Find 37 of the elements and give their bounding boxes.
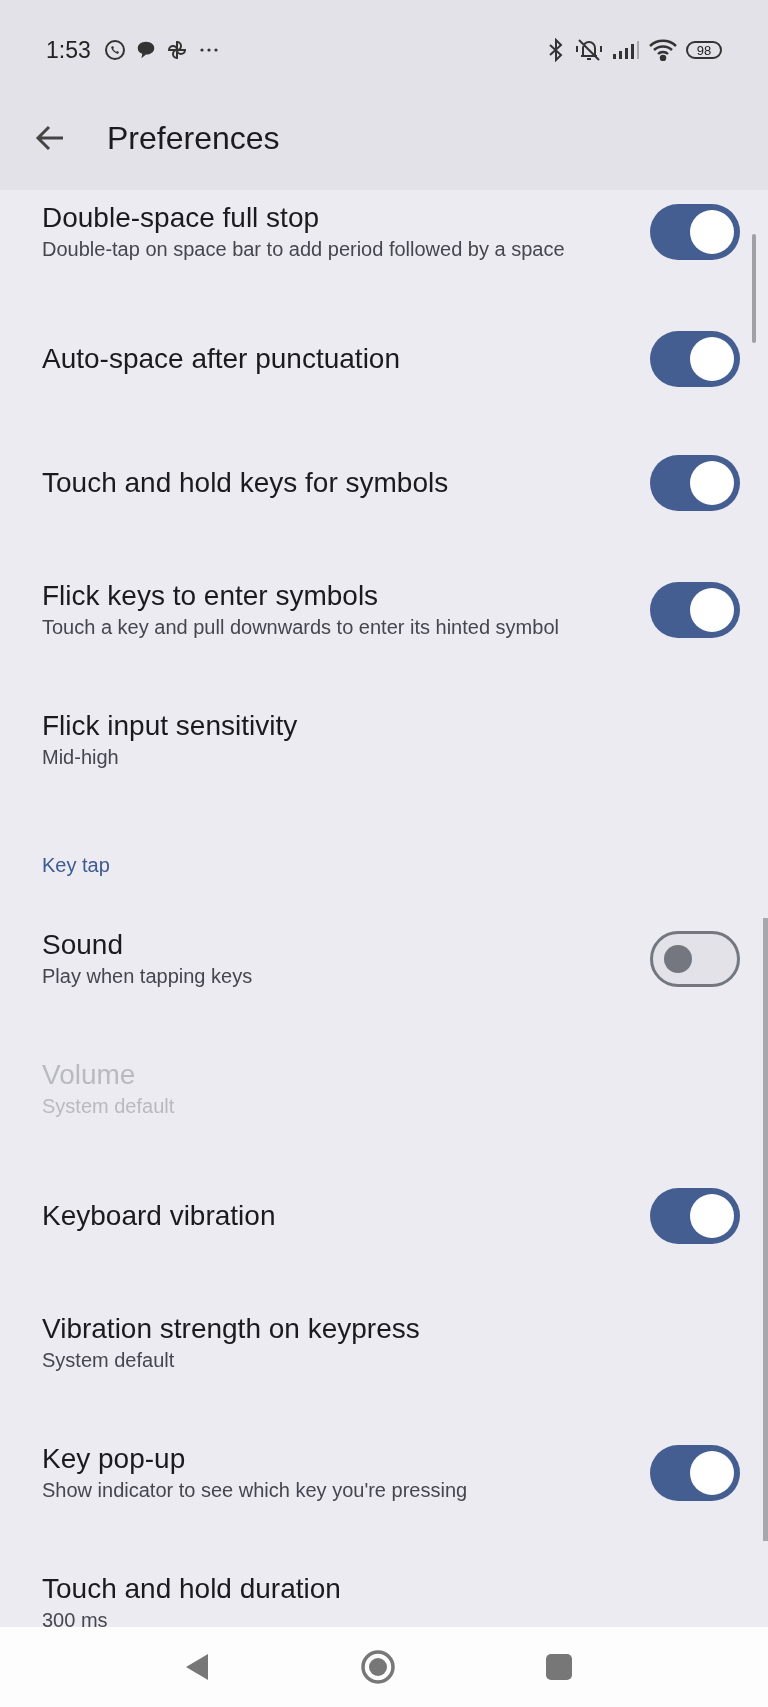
more-icon [198, 47, 219, 53]
setting-summary: System default [42, 1348, 176, 1373]
setting-title: Double-space full stop [42, 201, 321, 235]
back-arrow-icon[interactable] [35, 125, 65, 151]
setting-summary: Touch a key and pull downwards to enter its hinted symbol [42, 615, 560, 640]
toggle-switch[interactable] [650, 1188, 740, 1244]
setting-summary: Play when tapping keys [42, 964, 254, 989]
battery-icon: 98 [686, 41, 722, 59]
home-icon[interactable] [360, 1649, 396, 1685]
toggle-switch[interactable] [650, 204, 740, 260]
setting-title: Sound [42, 928, 124, 962]
muted-bell-icon [574, 37, 604, 63]
setting-summary: Mid-high [42, 745, 120, 770]
recents-icon[interactable] [546, 1654, 572, 1680]
setting-title: Key pop-up [42, 1442, 187, 1476]
wifi-icon [648, 39, 678, 61]
clock-time: 1:53 [46, 35, 91, 65]
toggle-switch[interactable] [650, 331, 740, 387]
toggle-switch[interactable] [650, 1445, 740, 1501]
setting-title: Touch and hold keys for symbols [42, 466, 450, 500]
setting-title: Auto-space after punctuation [42, 342, 401, 376]
toggle-switch[interactable] [650, 455, 740, 511]
back-icon[interactable] [184, 1652, 210, 1682]
toggle-switch[interactable] [650, 582, 740, 638]
setting-title: Touch and hold duration [42, 1572, 342, 1606]
setting-summary: Double-tap on space bar to add period followed by a space [42, 237, 566, 262]
setting-summary: Show indicator to see which key you're pressing [42, 1478, 469, 1503]
setting-title: Vibration strength on keypress [42, 1312, 421, 1346]
setting-summary: 300 ms [42, 1608, 109, 1633]
setting-title: Flick keys to enter symbols [42, 579, 380, 613]
setting-title: Flick input sensitivity [42, 709, 299, 743]
setting-title: Keyboard vibration [42, 1199, 277, 1233]
toggle-switch[interactable] [650, 931, 740, 987]
category-header: Key tap [42, 853, 111, 877]
page-title: Preferences [107, 119, 280, 158]
signal-icon [612, 40, 640, 60]
bluetooth-icon [548, 38, 564, 62]
